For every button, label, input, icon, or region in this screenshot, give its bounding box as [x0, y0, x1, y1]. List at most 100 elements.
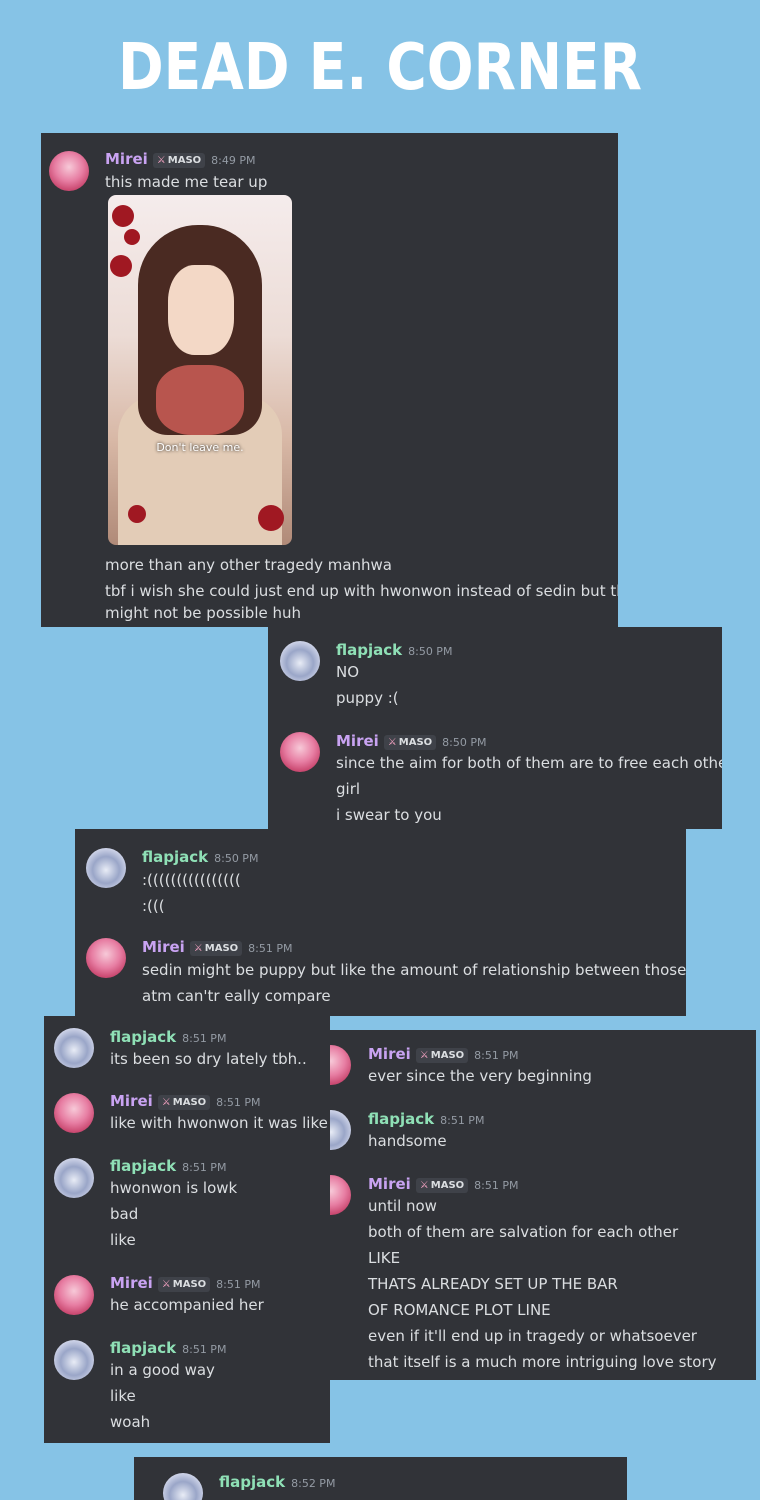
message-text: that itself is a much more intriguing lo… — [368, 1353, 717, 1371]
role-tag[interactable]: ⚔ MASO — [383, 735, 437, 750]
message-text: both of them are salvation for each othe… — [368, 1223, 679, 1241]
role-tag[interactable]: ⚔ MASO — [415, 1178, 469, 1193]
message-text: more than any other tragedy manhwa — [105, 556, 392, 574]
message-text: girl — [336, 780, 361, 798]
role-tag[interactable]: ⚔ MASO — [189, 941, 243, 956]
username[interactable]: flapjack — [110, 1157, 176, 1175]
chat-screenshot-4: flapjack 8:51 PM its been so dry lately t… — [44, 1016, 330, 1443]
avatar[interactable] — [280, 732, 320, 772]
message-header: Mirei ⚔ MASO 8:50 PM — [336, 731, 486, 753]
message-text: might not be possible huh — [105, 604, 302, 622]
timestamp: 8:49 PM — [211, 154, 256, 167]
message-text: until now — [368, 1197, 437, 1215]
message-text: :((( — [142, 897, 165, 915]
message-text: like — [110, 1387, 136, 1405]
message-header: Mirei ⚔ MASO 8:49 PM — [105, 149, 255, 171]
message-text: in a good way — [110, 1361, 215, 1379]
message-text: like with hwonwon it was like — [110, 1114, 328, 1132]
avatar[interactable] — [54, 1028, 94, 1068]
avatar[interactable] — [86, 938, 126, 978]
timestamp: 8:52 PM — [291, 1477, 336, 1490]
avatar[interactable] — [54, 1275, 94, 1315]
username[interactable]: Mirei — [110, 1092, 153, 1110]
message-header: flapjack 8:51 PM — [110, 1156, 226, 1178]
message-text: atm can'tr eally compare — [142, 987, 331, 1005]
message-header: flapjack 8:51 PM — [110, 1338, 226, 1360]
role-tag[interactable]: ⚔ MASO — [157, 1277, 211, 1292]
chat-screenshot-3: flapjack 8:50 PM :(((((((((((((((( :((( M… — [75, 829, 686, 1016]
role-tag[interactable]: ⚔ MASO — [152, 153, 206, 168]
message-text: tbf i wish she could just end up with hw… — [105, 582, 618, 600]
attached-image[interactable]: Don't leave me. — [108, 195, 292, 545]
timestamp: 8:51 PM — [248, 942, 293, 955]
avatar[interactable] — [49, 151, 89, 191]
message-text: OF ROMANCE PLOT LINE — [368, 1301, 551, 1319]
sword-icon: ⚔ — [156, 155, 166, 166]
timestamp: 8:50 PM — [408, 645, 453, 658]
chat-screenshot-6: flapjack 8:52 PM — [134, 1457, 627, 1500]
timestamp: 8:51 PM — [474, 1179, 519, 1192]
message-text: bad — [110, 1205, 139, 1223]
role-tag[interactable]: ⚔ MASO — [415, 1048, 469, 1063]
timestamp: 8:51 PM — [182, 1343, 227, 1356]
message-header: flapjack 8:51 PM — [368, 1109, 484, 1131]
sword-icon: ⚔ — [161, 1097, 171, 1108]
username[interactable]: flapjack — [336, 641, 402, 659]
chat-screenshot-1: Mirei ⚔ MASO 8:49 PM this made me tear up D… — [41, 133, 618, 627]
username[interactable]: Mirei — [110, 1274, 153, 1292]
sword-icon: ⚔ — [387, 737, 397, 748]
message-header: Mirei ⚔ MASO 8:51 PM — [142, 937, 292, 959]
timestamp: 8:51 PM — [474, 1049, 519, 1062]
avatar[interactable] — [280, 641, 320, 681]
message-header: flapjack 8:51 PM — [110, 1027, 226, 1049]
message-text: even if it'll end up in tragedy or whats… — [368, 1327, 697, 1345]
message-text: its been so dry lately tbh.. — [110, 1050, 307, 1068]
avatar[interactable] — [54, 1158, 94, 1198]
message-text: LIKE — [368, 1249, 401, 1267]
message-text: sedin might be puppy but like the amount… — [142, 961, 686, 979]
chat-screenshot-2: flapjack 8:50 PM NO puppy :( Mirei ⚔ MASO 8:… — [268, 627, 722, 829]
username[interactable]: flapjack — [368, 1110, 434, 1128]
message-text: like — [110, 1231, 136, 1249]
username[interactable]: flapjack — [219, 1473, 285, 1491]
message-header: Mirei ⚔ MASO 8:51 PM — [110, 1091, 260, 1113]
message-header: Mirei ⚔ MASO 8:51 PM — [368, 1044, 518, 1066]
timestamp: 8:51 PM — [216, 1096, 261, 1109]
message-header: flapjack 8:52 PM — [219, 1472, 335, 1494]
message-text: THATS ALREADY SET UP THE BAR — [368, 1275, 618, 1293]
avatar[interactable] — [163, 1473, 203, 1500]
message-text: NO — [336, 663, 360, 681]
avatar[interactable] — [54, 1340, 94, 1380]
username[interactable]: Mirei — [368, 1045, 411, 1063]
username[interactable]: Mirei — [105, 150, 148, 168]
role-tag[interactable]: ⚔ MASO — [157, 1095, 211, 1110]
message-header: flapjack 8:50 PM — [142, 847, 258, 869]
message-text: this made me tear up — [105, 173, 268, 191]
message-text: puppy :( — [336, 689, 399, 707]
message-text: ever since the very beginning — [368, 1067, 592, 1085]
message-header: Mirei ⚔ MASO 8:51 PM — [368, 1174, 518, 1196]
message-text: since the aim for both of them are to fr… — [336, 754, 722, 772]
username[interactable]: flapjack — [110, 1028, 176, 1046]
page-title: DEAD E. CORNER — [117, 31, 643, 105]
username[interactable]: Mirei — [142, 938, 185, 956]
message-header: Mirei ⚔ MASO 8:51 PM — [110, 1273, 260, 1295]
message-text: hwonwon is lowk — [110, 1179, 238, 1197]
sword-icon: ⚔ — [193, 943, 203, 954]
timestamp: 8:51 PM — [182, 1032, 227, 1045]
timestamp: 8:50 PM — [442, 736, 487, 749]
username[interactable]: flapjack — [142, 848, 208, 866]
chat-screenshot-5: Mirei ⚔ MASO 8:51 PM ever since the very be… — [325, 1030, 756, 1380]
timestamp: 8:51 PM — [216, 1278, 261, 1291]
avatar[interactable] — [54, 1093, 94, 1133]
sword-icon: ⚔ — [419, 1180, 429, 1191]
username[interactable]: flapjack — [110, 1339, 176, 1357]
timestamp: 8:51 PM — [440, 1114, 485, 1127]
avatar[interactable] — [86, 848, 126, 888]
message-text: :(((((((((((((((( — [142, 871, 241, 889]
username[interactable]: Mirei — [368, 1175, 411, 1193]
username[interactable]: Mirei — [336, 732, 379, 750]
timestamp: 8:50 PM — [214, 852, 259, 865]
message-header: flapjack 8:50 PM — [336, 640, 452, 662]
image-caption: Don't leave me. — [156, 441, 244, 454]
